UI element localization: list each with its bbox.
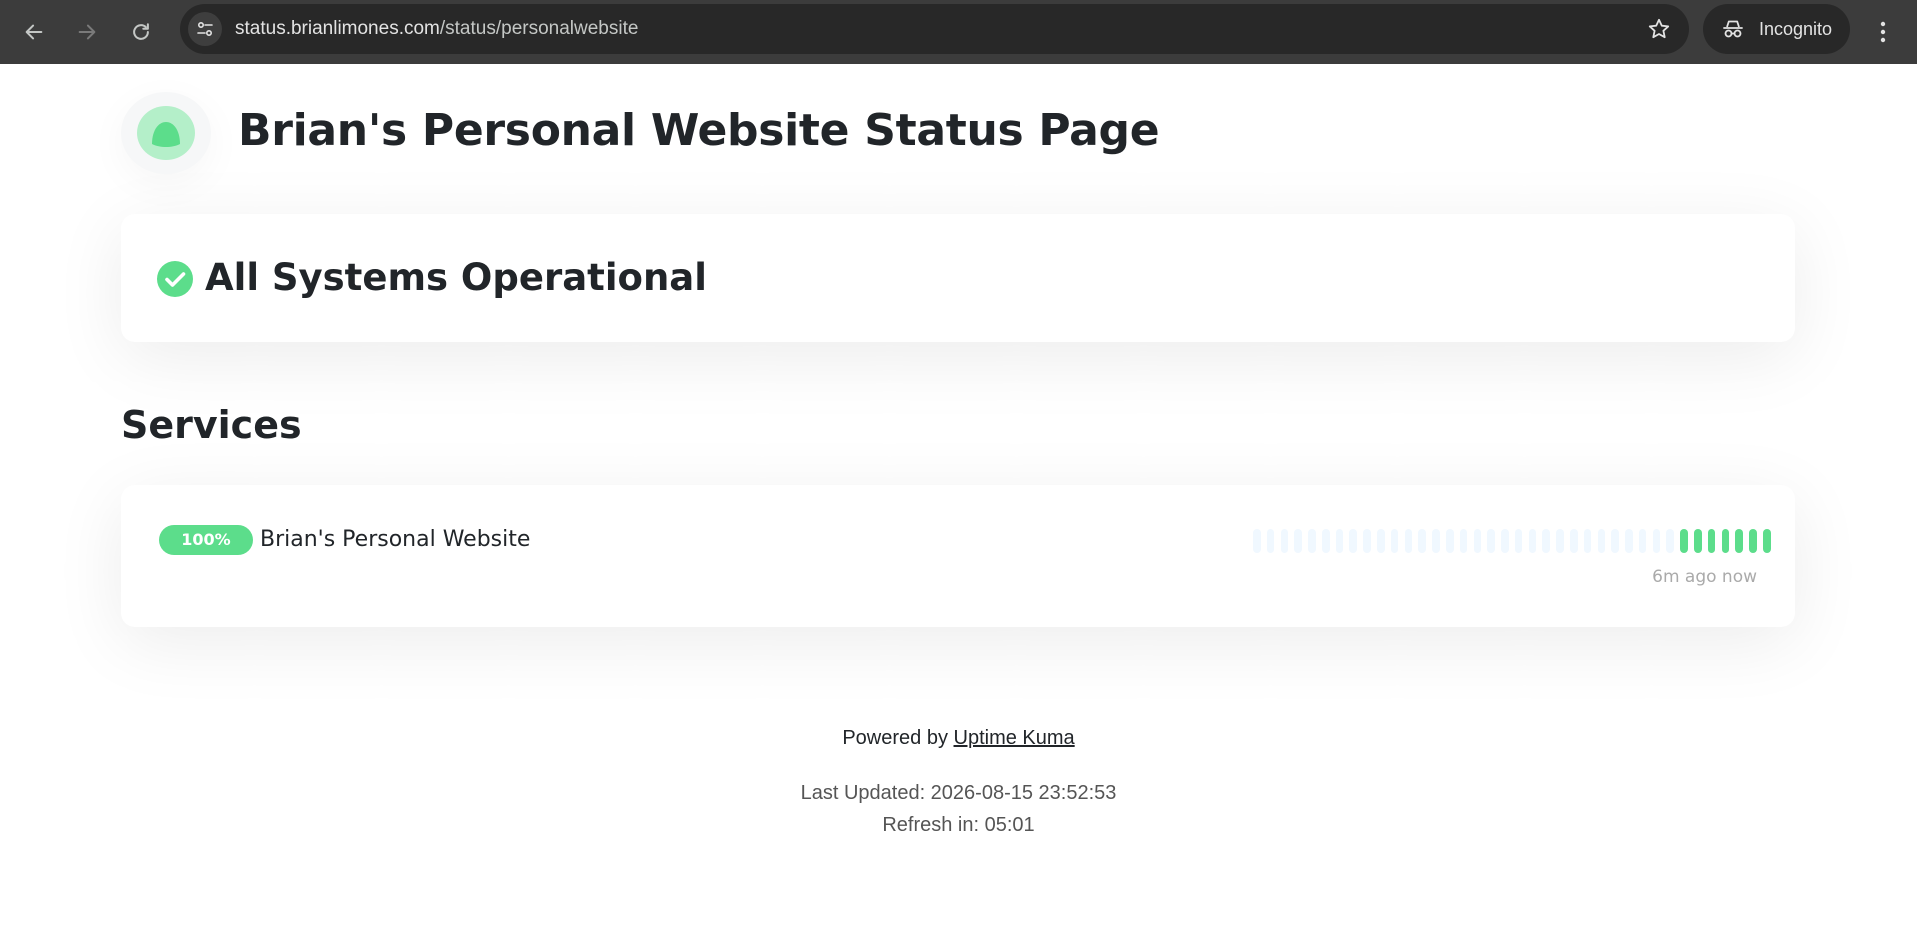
- url-path: /status/personalwebsite: [439, 18, 639, 39]
- heartbeat-empty[interactable]: [1335, 529, 1344, 553]
- heartbeat-time-label: 6m ago now: [1652, 567, 1757, 587]
- services-heading: Services: [121, 403, 302, 447]
- heartbeat-empty[interactable]: [1583, 529, 1592, 553]
- heartbeat-empty[interactable]: [1528, 529, 1537, 553]
- site-info-button[interactable]: [188, 12, 222, 46]
- heartbeat-up[interactable]: [1707, 529, 1716, 553]
- site-logo: [121, 92, 211, 174]
- heartbeat-empty[interactable]: [1459, 529, 1468, 553]
- heartbeat-empty[interactable]: [1363, 529, 1371, 553]
- heartbeat-empty[interactable]: [1514, 529, 1523, 553]
- browser-menu-button[interactable]: [1866, 12, 1900, 52]
- heartbeat-empty[interactable]: [1487, 529, 1495, 553]
- heartbeat-empty[interactable]: [1638, 529, 1647, 553]
- incognito-icon: [1723, 20, 1743, 38]
- heartbeat-empty[interactable]: [1652, 529, 1661, 553]
- incognito-indicator[interactable]: Incognito: [1703, 4, 1850, 54]
- uptime-kuma-link[interactable]: Uptime Kuma: [954, 727, 1075, 749]
- heartbeat-empty[interactable]: [1542, 529, 1550, 553]
- heartbeat-empty[interactable]: [1377, 529, 1385, 553]
- heartbeat-up[interactable]: [1749, 529, 1757, 553]
- services-card: 100% Brian's Personal Website 6m ago now: [121, 485, 1795, 627]
- heartbeat-bar: [1253, 529, 1771, 553]
- forward-button[interactable]: [67, 12, 107, 52]
- heartbeat-up[interactable]: [1680, 529, 1688, 553]
- back-button[interactable]: [14, 12, 54, 52]
- heartbeat-empty[interactable]: [1625, 529, 1633, 553]
- heartbeat-empty[interactable]: [1404, 529, 1413, 553]
- heartbeat-empty[interactable]: [1390, 529, 1399, 553]
- reload-icon: [133, 23, 149, 40]
- address-bar[interactable]: status.brianlimones.com/status/personalw…: [180, 4, 1689, 54]
- url-host: status.brianlimones.com: [235, 18, 440, 39]
- reload-button[interactable]: [121, 12, 161, 52]
- overall-status-text: All Systems Operational: [205, 256, 707, 299]
- uptime-badge: 100%: [159, 525, 253, 555]
- heartbeat-empty[interactable]: [1597, 529, 1606, 553]
- heartbeat-empty[interactable]: [1556, 529, 1564, 553]
- arrow-right-icon: [78, 24, 96, 40]
- url-text[interactable]: status.brianlimones.com/status/personalw…: [235, 4, 638, 54]
- powered-by-text: Powered by: [842, 727, 948, 749]
- bookmark-star-icon[interactable]: [1647, 17, 1671, 41]
- heartbeat-empty[interactable]: [1611, 529, 1619, 553]
- heartbeat-up[interactable]: [1735, 529, 1743, 553]
- overall-status-card: All Systems Operational: [121, 214, 1795, 342]
- powered-by: Powered by Uptime Kuma: [0, 727, 1917, 750]
- heartbeat-empty[interactable]: [1418, 529, 1426, 553]
- heartbeat-up[interactable]: [1694, 529, 1702, 553]
- heartbeat-empty[interactable]: [1280, 529, 1289, 553]
- last-updated: Last Updated: 2026-08-15 23:52:53: [800, 782, 1117, 804]
- browser-toolbar: status.brianlimones.com/status/personalw…: [0, 0, 1917, 64]
- check-circle-icon: [157, 261, 193, 297]
- tune-icon: [197, 21, 213, 37]
- heartbeat-empty[interactable]: [1321, 529, 1330, 553]
- heartbeat-empty[interactable]: [1294, 529, 1302, 553]
- heartbeat-up[interactable]: [1721, 529, 1730, 553]
- arrow-left-icon: [25, 24, 43, 40]
- heartbeat-up[interactable]: [1762, 529, 1771, 553]
- heartbeat-empty[interactable]: [1308, 529, 1316, 553]
- heartbeat-empty[interactable]: [1266, 529, 1275, 553]
- heartbeat-empty[interactable]: [1445, 529, 1454, 553]
- incognito-label: Incognito: [1759, 18, 1833, 39]
- heartbeat-empty[interactable]: [1349, 529, 1358, 553]
- logo-icon: [137, 106, 195, 160]
- heartbeat-empty[interactable]: [1501, 529, 1509, 553]
- more-vert-icon: [1880, 21, 1886, 43]
- heartbeat-empty[interactable]: [1569, 529, 1578, 553]
- page-title: Brian's Personal Website Status Page: [238, 105, 1160, 156]
- monitor-name[interactable]: Brian's Personal Website: [260, 525, 530, 555]
- heartbeat-empty[interactable]: [1473, 529, 1482, 553]
- refresh-countdown: Refresh in: 05:01: [882, 814, 1035, 836]
- heartbeat-empty[interactable]: [1253, 529, 1261, 553]
- heartbeat-empty[interactable]: [1432, 529, 1440, 553]
- heartbeat-empty[interactable]: [1666, 529, 1675, 553]
